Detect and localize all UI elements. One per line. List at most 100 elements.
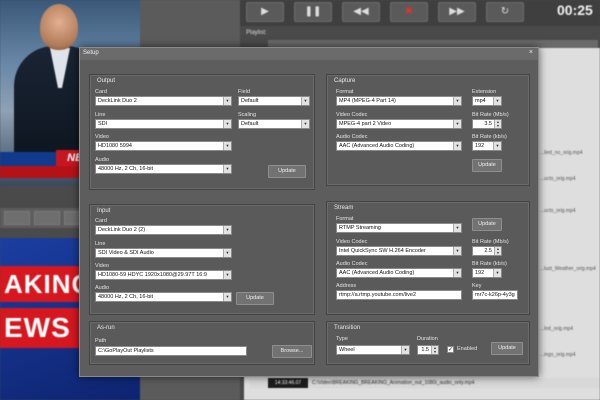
playlist-item[interactable]: ...lod_orig.mp4 [540,326,573,332]
chevron-down-icon: ▼ [223,293,231,301]
capture-format-value: MP4 (MPEG-4 Part 14) [339,98,396,104]
output-audio-label: Audio [95,157,110,163]
presenter-head [40,4,78,50]
stream-bitrate-video-spinner[interactable]: 2.5 ▲ ▼ [472,246,502,256]
pause-icon: ❚❚ [304,6,322,17]
output-card-value: DeckLink Duo 2 [98,98,137,104]
playlist-item[interactable]: ...ings_orig.mp4 [540,352,576,358]
input-card-label: Card [95,218,107,224]
asrun-path-input[interactable]: C:\GoPlayOut Playlists [95,346,247,356]
chevron-down-icon: ▼ [223,271,231,279]
stream-key-input[interactable]: mr7c-k26p-4y3g [472,290,518,300]
spinner-arrows-icon[interactable]: ▲ ▼ [494,120,501,128]
stream-audio-codec-select[interactable]: AAC (Advanced Audio Coding) ▼ [336,268,462,278]
capture-extension-select[interactable]: mp4 ▼ [472,96,502,106]
capture-video-codec-select[interactable]: MPEG-4 part 2 Video ▼ [336,119,462,129]
pause-button[interactable]: ❚❚ [294,2,332,22]
transport-bar: ▶ ❚❚ ◀◀ ✖ ▶▶ ↻ [240,0,600,26]
input-update-button[interactable]: Update [236,292,274,305]
output-audio-select[interactable]: 48000 Hz, 2 Ch, 16-bit ▼ [95,164,232,174]
skip-back-icon: ◀◀ [353,6,369,17]
output-update-button[interactable]: Update [268,165,306,178]
next-button[interactable]: ▶▶ [438,2,476,22]
transition-update-button[interactable]: Update [491,342,523,355]
chevron-down-icon: ▼ [453,120,461,128]
capture-update-button[interactable]: Update [472,159,502,172]
stream-bitrate-video-value: 2.5 [484,248,492,254]
stream-update-button[interactable]: Update [472,218,502,231]
stream-audio-codec-value: AAC (Advanced Audio Coding) [339,270,415,276]
output-field-label: Field [238,89,250,95]
chevron-down-icon: ▼ [401,346,409,354]
output-video-select[interactable]: HD1080 5994 ▼ [95,141,232,151]
stream-address-input[interactable]: rtmp://a.rtmp.youtube.com/live2 [336,290,462,300]
stream-bitrate-audio-select[interactable]: 192 ▼ [472,268,502,278]
dialog-titlebar[interactable]: Setup × [80,48,538,60]
stream-video-codec-select[interactable]: Intel QuickSync SW H.264 Encoder ▼ [336,246,462,256]
chevron-down-icon: ▼ [223,97,231,105]
chevron-down-icon: ▼ [223,120,231,128]
time-display: 00:25 [557,2,593,18]
capture-audio-codec-select[interactable]: AAC (Advanced Audio Coding) ▼ [336,141,462,151]
input-audio-value: 48000 Hz, 2 Ch, 16-bit [98,294,154,300]
transition-enabled-checkbox[interactable]: ✓ [447,346,454,353]
chevron-down-icon: ▼ [301,120,309,128]
capture-format-select[interactable]: MP4 (MPEG-4 Part 14) ▼ [336,96,462,106]
stop-button[interactable]: ✖ [390,2,428,22]
output-scaling-select[interactable]: Default ▼ [238,119,310,129]
stream-video-codec-value: Intel QuickSync SW H.264 Encoder [339,248,426,254]
loop-button[interactable]: ↻ [486,2,524,22]
playlist-item[interactable]: ...ucts_orig.mp4 [540,176,576,182]
transition-duration-spinner[interactable]: 1.5 ▲ ▼ [417,345,439,355]
capture-audio-codec-value: AAC (Advanced Audio Coding) [339,143,415,149]
input-group-title: Input [97,208,111,214]
previous-button[interactable]: ◀◀ [342,2,380,22]
output-card-select[interactable]: DeckLink Duo 2 ▼ [95,96,232,106]
capture-bitrate-audio-label: Bit Rate (kb/s) [472,134,507,140]
preview-control-button[interactable] [34,211,60,225]
output-card-label: Card [95,89,107,95]
output-line-value: SDI [98,121,108,127]
play-icon: ▶ [261,6,269,17]
checkmark-icon: ✓ [448,347,454,353]
stream-bitrate-audio-value: 192 [475,270,485,276]
output-group: Output Card DeckLink Duo 2 ▼ Field Defaul… [89,74,315,190]
stream-format-select[interactable]: RTMP Streaming ▼ [336,223,462,233]
stream-key-label: Key [472,283,482,289]
playlist-item[interactable]: ...lust_Weather_orig.mp4 [540,266,596,272]
output-line-select[interactable]: SDI ▼ [95,119,232,129]
capture-bitrate-audio-value: 192 [475,143,485,149]
input-video-label: Video [95,263,109,269]
stop-icon: ✖ [404,6,414,17]
chevron-down-icon: ▼ [453,269,461,277]
setup-dialog: Setup × Output Card DeckLink Duo 2 ▼ Fiel… [79,47,539,377]
capture-bitrate-audio-select[interactable]: 192 ▼ [472,141,502,151]
asrun-path-label: Path [95,338,107,344]
input-video-select[interactable]: HD1080-59 HDYC 1920x1080@29.97Т 16:9 ▼ [95,270,232,280]
spinner-arrows-icon[interactable]: ▲ ▼ [431,346,438,354]
browse-button[interactable]: Browse... [272,345,312,358]
spinner-arrows-icon[interactable]: ▲ ▼ [494,247,501,255]
chevron-down-icon: ▼ [493,142,501,150]
playlist-item[interactable]: ...lied_no_orig.mp4 [540,150,583,156]
output-group-title: Output [97,78,116,84]
stream-group: Stream Format RTMP Streaming ▼ Update Vid… [326,201,530,315]
chevron-down-icon: ▼ [493,269,501,277]
stream-bitrate-audio-label: Bit Rate (kb/s) [472,261,507,267]
capture-bitrate-video-spinner[interactable]: 3.5 ▲ ▼ [472,119,502,129]
transition-type-select[interactable]: Wheel ▼ [336,345,410,355]
capture-video-codec-value: MPEG-4 part 2 Video [339,121,392,127]
capture-extension-label: Extension [472,89,497,95]
chevron-down-icon: ▼ [453,97,461,105]
input-audio-select[interactable]: 48000 Hz, 2 Ch, 16-bit ▼ [95,292,232,302]
close-icon[interactable]: × [529,49,533,56]
input-line-select[interactable]: SDI Video & SDI Audio ▼ [95,248,232,258]
play-button[interactable]: ▶ [246,2,284,22]
capture-audio-codec-label: Audio Codec [336,134,368,140]
playlist-item[interactable]: ...ucts_orig.mp4 [540,208,576,214]
output-video-value: HD1080 5994 [98,143,132,149]
output-field-select[interactable]: Default ▼ [238,96,310,106]
transition-type-label: Type [336,336,348,342]
preview-control-button[interactable] [4,211,30,225]
input-card-select[interactable]: DeckLink Duo 2 (2) ▼ [95,225,232,235]
